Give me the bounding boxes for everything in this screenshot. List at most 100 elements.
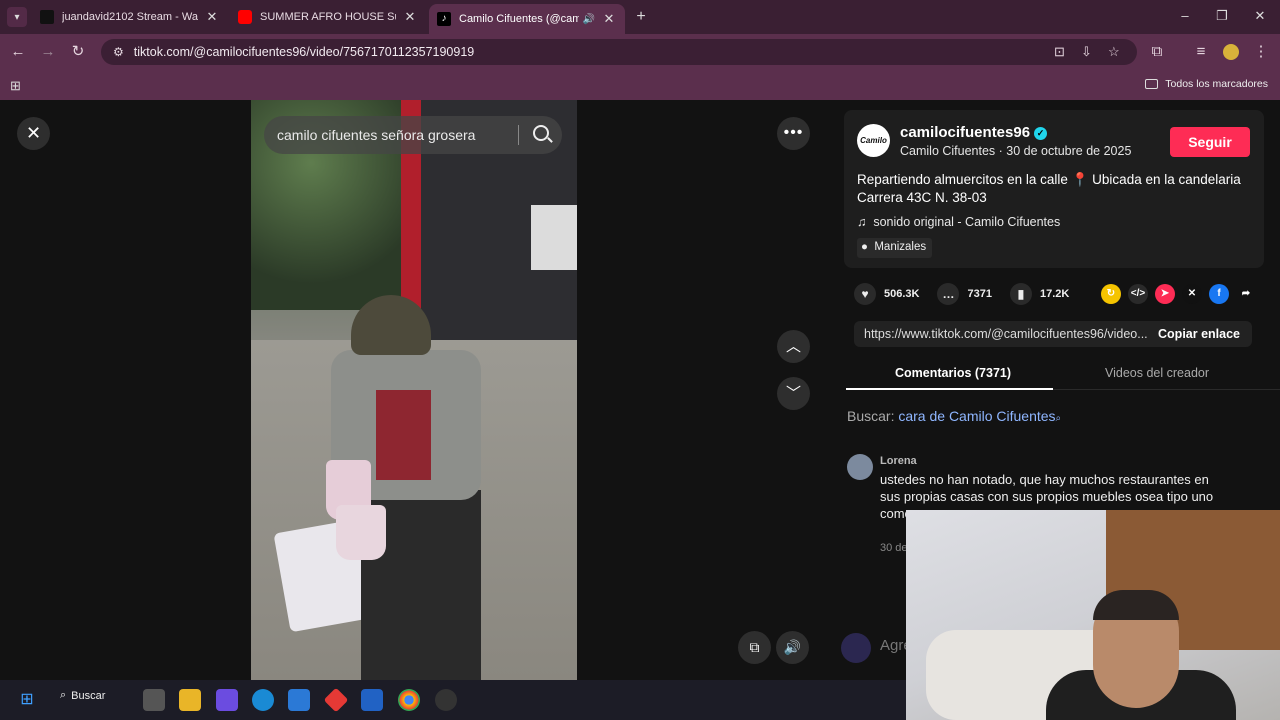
heart-icon: ♥ xyxy=(854,283,876,305)
site-info-icon[interactable]: ⚙ xyxy=(113,45,124,59)
share-arrow-icon[interactable]: ➦ xyxy=(1236,284,1256,304)
more-options-button[interactable]: ••• xyxy=(777,117,810,150)
engagement-stats: ♥ 506.3K … 7371 ▮ 17.2K xyxy=(854,283,1087,305)
tab-youtube[interactable]: SUMMER AFRO HOUSE Sunset ✕ xyxy=(230,4,426,30)
youtube-icon xyxy=(238,10,252,24)
facebook-icon[interactable]: f xyxy=(1209,284,1229,304)
like-button[interactable]: ♥ 506.3K xyxy=(854,283,919,305)
media-control-icon[interactable]: ≡ xyxy=(1190,41,1212,63)
creator-subline: Camilo Cifuentes · 30 de octubre de 2025 xyxy=(900,144,1132,158)
tab-creator-videos[interactable]: Videos del creador xyxy=(1105,366,1209,380)
close-video-button[interactable]: ✕ xyxy=(17,117,50,150)
save-button[interactable]: ▮ 17.2K xyxy=(1009,283,1070,305)
music-title[interactable]: sonido original - Camilo Cifuentes xyxy=(873,215,1060,229)
new-tab-button[interactable]: + xyxy=(631,8,651,26)
video-player[interactable] xyxy=(251,100,577,680)
speaker-icon[interactable]: 🔊 xyxy=(583,14,595,25)
verified-icon: ✓ xyxy=(1034,127,1048,140)
send-to-friends-icon[interactable]: ➤ xyxy=(1155,284,1175,304)
close-tab-icon[interactable]: ✕ xyxy=(601,11,617,27)
tab-tiktok[interactable]: ♪ Camilo Cifuentes (@camilo 🔊 ✕ xyxy=(429,4,625,34)
toolbar: ← → ↻ ⚙ tiktok.com/@camilocifuentes96/vi… xyxy=(0,34,1280,70)
post-link-box[interactable]: https://www.tiktok.com/@camilocifuentes9… xyxy=(854,321,1252,347)
url-text[interactable]: tiktok.com/@camilocifuentes96/video/7567… xyxy=(134,45,474,59)
bookmarks-bar: ⊞ Todos los marcadores xyxy=(0,70,1280,100)
copy-link-button[interactable]: Copiar enlace xyxy=(1158,327,1240,341)
menu-kebab-icon[interactable]: ⋮ xyxy=(1250,41,1272,63)
close-window-icon[interactable]: ✕ xyxy=(1250,8,1270,24)
minimize-icon[interactable]: – xyxy=(1175,8,1195,23)
copilot-icon[interactable] xyxy=(216,689,238,711)
search-divider xyxy=(518,125,519,145)
taskbar-search[interactable]: ⌕ Buscar xyxy=(60,689,105,702)
comment-search-suggestion[interactable]: Buscar: cara de Camilo Cifuentes⌕ xyxy=(847,408,1061,424)
commenter-name[interactable]: Lorena xyxy=(880,455,917,467)
comment-button[interactable]: … 7371 xyxy=(937,283,992,305)
app-diamond-icon[interactable] xyxy=(323,687,349,713)
location-label: Manizales xyxy=(874,241,927,253)
webcam-person-hair xyxy=(1093,590,1179,620)
video-frame-panel xyxy=(531,205,577,270)
all-bookmarks-label: Todos los marcadores xyxy=(1165,78,1268,90)
apps-grid-icon[interactable]: ⊞ xyxy=(10,78,21,94)
restore-icon[interactable]: ❐ xyxy=(1212,8,1232,24)
tab-title: Camilo Cifuentes (@camilo xyxy=(459,13,579,25)
obs-icon[interactable] xyxy=(435,689,457,711)
save-count: 17.2K xyxy=(1039,288,1070,300)
tab-search-dropdown[interactable]: ▾ xyxy=(7,7,27,27)
bookmark-icon: ▮ xyxy=(1009,283,1032,305)
taskbar-search-label: Buscar xyxy=(71,689,106,702)
video-search-bar[interactable]: camilo cifuentes señora grosera xyxy=(264,116,562,154)
video-search-text[interactable]: camilo cifuentes señora grosera xyxy=(277,127,475,143)
tiktok-icon: ♪ xyxy=(437,12,451,26)
comment-icon: … xyxy=(937,283,960,305)
close-tab-icon[interactable]: ✕ xyxy=(204,9,220,25)
location-pin-icon: ● xyxy=(861,241,868,253)
volume-button[interactable]: 🔊 xyxy=(776,631,809,664)
install-app-icon[interactable]: ⇩ xyxy=(1081,44,1092,60)
windows-start-icon[interactable]: ⊞ xyxy=(16,689,38,711)
outlook-icon[interactable] xyxy=(361,689,383,711)
reload-icon[interactable]: ↻ xyxy=(67,41,89,63)
tab-favicon xyxy=(40,10,54,24)
tab-stream[interactable]: juandavid2102 Stream - Watch ✕ xyxy=(32,4,228,30)
edge-icon[interactable] xyxy=(252,689,274,711)
embed-icon[interactable]: </> xyxy=(1128,284,1148,304)
task-view-icon[interactable] xyxy=(143,689,165,711)
creator-avatar[interactable]: Camilo xyxy=(857,124,890,157)
post-link[interactable]: https://www.tiktok.com/@camilocifuentes9… xyxy=(864,327,1148,341)
store-icon[interactable] xyxy=(288,689,310,711)
my-avatar xyxy=(841,633,871,663)
follow-button[interactable]: Seguir xyxy=(1170,127,1250,157)
picture-in-picture-button[interactable]: ⧉ xyxy=(738,631,771,664)
search-query-link[interactable]: cara de Camilo Cifuentes xyxy=(898,408,1055,424)
x-share-icon[interactable]: ✕ xyxy=(1182,284,1202,304)
commenter-avatar[interactable] xyxy=(847,454,873,480)
location-tag[interactable]: ● Manizales xyxy=(857,238,933,258)
search-icon[interactable] xyxy=(533,125,549,141)
creator-username-text[interactable]: camilocifuentes96 xyxy=(900,124,1030,141)
search-icon: ⌕ xyxy=(60,689,67,701)
translate-icon[interactable]: ⊡ xyxy=(1054,44,1065,60)
extensions-icon[interactable]: ⧉ xyxy=(1146,41,1168,63)
tab-comments[interactable]: Comentarios (7371) xyxy=(895,366,1011,380)
repost-icon[interactable]: ↻ xyxy=(1101,284,1121,304)
profile-avatar[interactable] xyxy=(1220,41,1242,63)
file-explorer-icon[interactable] xyxy=(179,689,201,711)
forward-icon[interactable]: → xyxy=(37,41,59,63)
music-row[interactable]: ♫ sonido original - Camilo Cifuentes xyxy=(857,215,1060,229)
previous-video-button[interactable]: ︿ xyxy=(777,330,810,363)
all-bookmarks-button[interactable]: Todos los marcadores xyxy=(1145,78,1268,90)
back-icon[interactable]: ← xyxy=(7,41,29,63)
close-tab-icon[interactable]: ✕ xyxy=(402,9,418,25)
tab-strip: ▾ juandavid2102 Stream - Watch ✕ SUMMER … xyxy=(0,0,1280,34)
address-bar[interactable]: ⚙ tiktok.com/@camilocifuentes96/video/75… xyxy=(101,39,1137,65)
like-count: 506.3K xyxy=(884,288,920,300)
creator-username[interactable]: camilocifuentes96 ✓ xyxy=(900,124,1048,141)
share-buttons: ↻ </> ➤ ✕ f ➦ xyxy=(1101,284,1263,304)
chrome-icon[interactable] xyxy=(398,689,420,711)
comment-date: 30 de xyxy=(880,542,908,554)
webcam-overlay xyxy=(906,510,1280,720)
next-video-button[interactable]: ﹀ xyxy=(777,377,810,410)
bookmark-star-icon[interactable]: ☆ xyxy=(1108,44,1120,60)
